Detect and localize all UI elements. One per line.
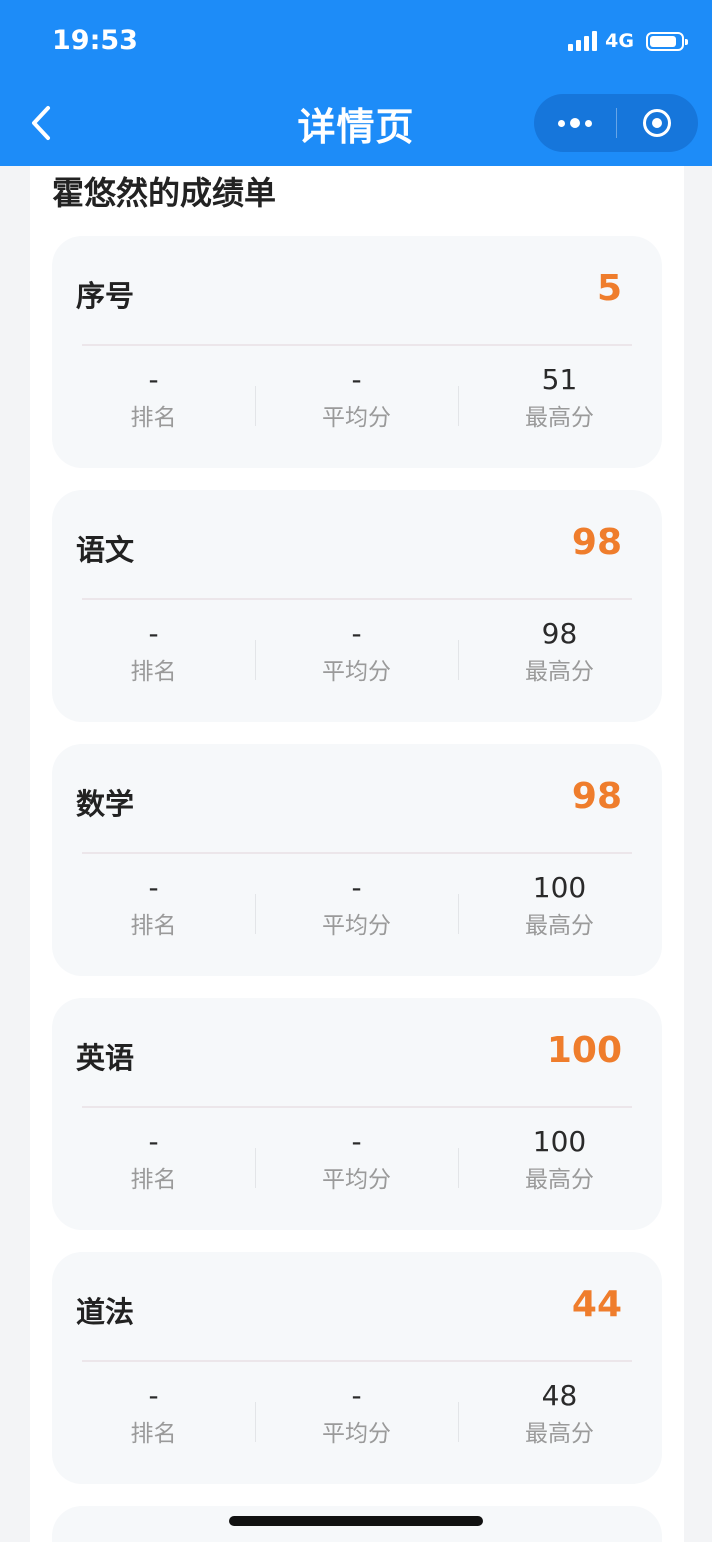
highest-value: 48: [541, 1379, 578, 1412]
card-divider: [82, 1106, 632, 1108]
rank-stat: - 排名: [52, 1374, 255, 1470]
subject-label: 序号: [76, 279, 135, 313]
status-time: 19:53: [52, 25, 138, 56]
average-label: 平均分: [322, 1167, 391, 1193]
mini-program-capsule: [534, 94, 698, 152]
highest-label: 最高分: [525, 659, 594, 685]
highest-value: 98: [541, 617, 578, 650]
highest-label: 最高分: [525, 405, 594, 431]
subject-score: 98: [571, 776, 622, 817]
subject-score: 98: [571, 522, 622, 563]
average-value: -: [351, 1125, 362, 1158]
average-value: -: [351, 1379, 362, 1412]
card-divider: [82, 344, 632, 346]
card-divider: [82, 598, 632, 600]
highest-stat: 98 最高分: [458, 612, 661, 708]
subject-label: 语文: [76, 533, 135, 567]
highest-stat: 100 最高分: [458, 1120, 661, 1216]
subject-score: 100: [546, 1030, 622, 1071]
more-dots-icon: [557, 118, 592, 128]
highest-label: 最高分: [525, 913, 594, 939]
rank-label: 排名: [130, 405, 177, 431]
average-value: -: [351, 871, 362, 904]
rank-value: -: [148, 1125, 159, 1158]
score-card: 数学 98 - 排名 - 平均分 100 最高分: [52, 744, 662, 976]
subject-score: 44: [571, 1284, 622, 1325]
highest-stat: 51 最高分: [458, 358, 661, 454]
network-type: 4G: [605, 30, 634, 52]
more-button[interactable]: [534, 94, 616, 152]
card-header: 道法 44: [52, 1252, 662, 1364]
card-divider: [82, 1360, 632, 1362]
close-target-icon: [643, 109, 672, 137]
average-value: -: [351, 363, 362, 396]
card-stats: - 排名 - 平均分 51 最高分: [52, 358, 662, 454]
card-stats: - 排名 - 平均分 98 最高分: [52, 612, 662, 708]
average-label: 平均分: [322, 913, 391, 939]
average-label: 平均分: [322, 659, 391, 685]
subject-label: 数学: [76, 787, 135, 821]
signal-icon: [568, 31, 598, 51]
rank-label: 排名: [130, 1421, 177, 1447]
average-stat: - 平均分: [255, 612, 458, 708]
rank-value: -: [148, 363, 159, 396]
highest-value: 100: [532, 1125, 587, 1158]
card-stats: - 排名 - 平均分 100 最高分: [52, 1120, 662, 1216]
subject-label: 道法: [76, 1295, 135, 1329]
average-value: -: [351, 617, 362, 650]
header-bar: 19:53 4G 详情页: [0, 0, 712, 166]
average-label: 平均分: [322, 1421, 391, 1447]
highest-label: 最高分: [525, 1167, 594, 1193]
highest-stat: 48 最高分: [458, 1374, 661, 1470]
rank-stat: - 排名: [52, 1120, 255, 1216]
highest-value: 51: [541, 363, 578, 396]
average-stat: - 平均分: [255, 1120, 458, 1216]
subject-score: 5: [596, 268, 622, 309]
average-label: 平均分: [322, 405, 391, 431]
rank-value: -: [148, 1379, 159, 1412]
highest-label: 最高分: [525, 1421, 594, 1447]
card-header: 语文 98: [52, 490, 662, 602]
rank-stat: - 排名: [52, 612, 255, 708]
card-stats: - 排名 - 平均分 100 最高分: [52, 866, 662, 962]
rank-label: 排名: [130, 659, 177, 685]
card-header: 数学 98: [52, 744, 662, 856]
rank-label: 排名: [130, 1167, 177, 1193]
highest-value: 100: [532, 871, 587, 904]
subject-label: 英语: [76, 1041, 135, 1075]
report-heading: 霍悠然的成绩单: [52, 174, 277, 212]
rank-value: -: [148, 617, 159, 650]
rank-stat: - 排名: [52, 866, 255, 962]
rank-value: -: [148, 871, 159, 904]
score-card: 道法 44 - 排名 - 平均分 48 最高分: [52, 1252, 662, 1484]
score-card: 序号 5 - 排名 - 平均分 51 最高分: [52, 236, 662, 468]
average-stat: - 平均分: [255, 358, 458, 454]
score-card: 英语 100 - 排名 - 平均分 100 最高分: [52, 998, 662, 1230]
rank-label: 排名: [130, 913, 177, 939]
home-indicator: [229, 1516, 483, 1526]
average-stat: - 平均分: [255, 1374, 458, 1470]
card-header: 序号 5: [52, 236, 662, 348]
status-icons: 4G: [568, 30, 688, 52]
score-card: 语文 98 - 排名 - 平均分 98 最高分: [52, 490, 662, 722]
highest-stat: 100 最高分: [458, 866, 661, 962]
card-divider: [82, 852, 632, 854]
battery-icon: [646, 31, 688, 51]
close-button[interactable]: [617, 94, 699, 152]
rank-stat: - 排名: [52, 358, 255, 454]
average-stat: - 平均分: [255, 866, 458, 962]
card-stats: - 排名 - 平均分 48 最高分: [52, 1374, 662, 1470]
card-header: 英语 100: [52, 998, 662, 1110]
report-sheet: 霍悠然的成绩单 序号 5 - 排名 - 平均分 51 最高分 语文 98 - 排名 - 平…: [30, 166, 684, 1542]
